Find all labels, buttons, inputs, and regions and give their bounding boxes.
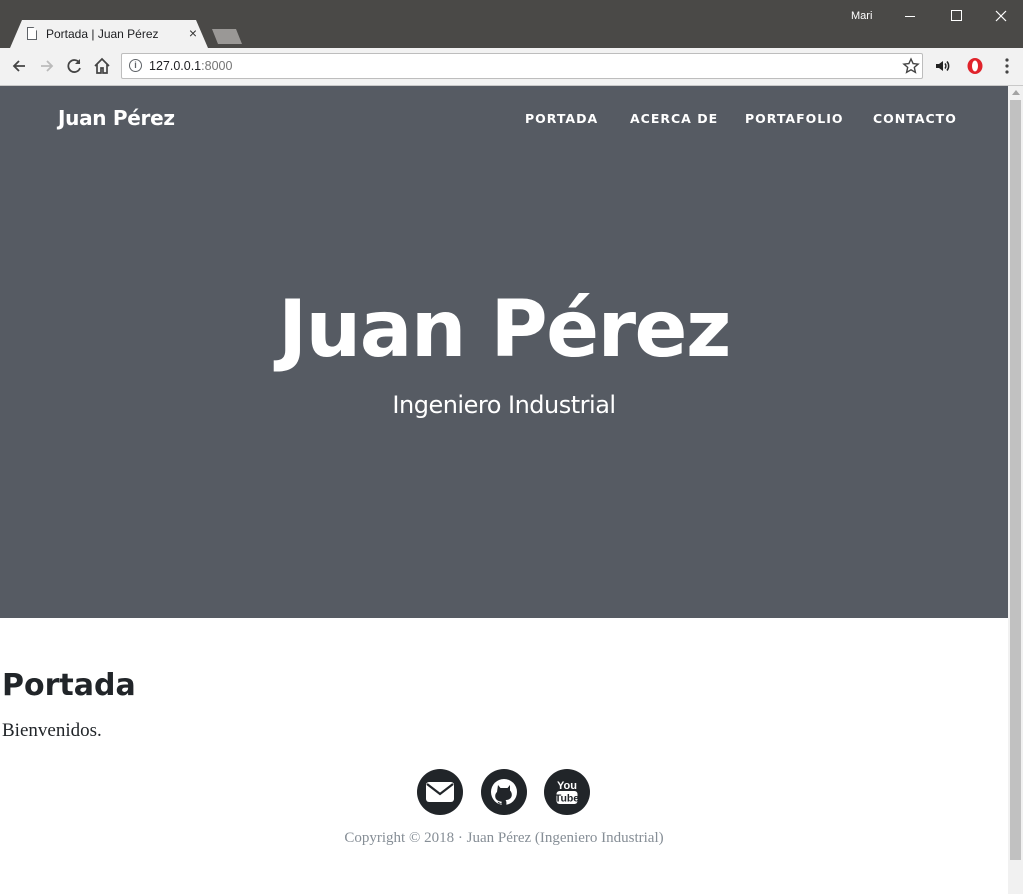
hero-subtitle: Ingeniero Industrial — [392, 391, 616, 419]
page-body-text: Bienvenidos. — [2, 720, 102, 741]
tab-close-icon[interactable]: × — [185, 25, 201, 41]
address-bar[interactable]: i 127.0.0.1:8000 — [121, 53, 923, 79]
github-icon — [491, 779, 517, 806]
speaker-icon[interactable] — [934, 57, 952, 75]
url-text[interactable]: 127.0.0.1:8000 — [149, 59, 232, 73]
youtube-link[interactable]: You Tube — [544, 769, 590, 815]
scroll-up-arrow-icon[interactable] — [1012, 90, 1020, 95]
scrollbar-thumb[interactable] — [1010, 100, 1021, 860]
reload-icon — [67, 59, 81, 73]
svg-text:Tube: Tube — [555, 793, 579, 805]
github-link[interactable] — [481, 769, 527, 815]
bookmark-star-icon[interactable] — [902, 57, 920, 75]
close-icon — [995, 10, 1007, 22]
arrow-right-icon — [41, 60, 54, 72]
reload-button[interactable] — [64, 56, 84, 76]
back-button[interactable] — [9, 56, 29, 76]
hero-header: Juan Pérez PORTADA ACERCA DE PORTAFOLIO … — [0, 86, 1008, 618]
email-link[interactable] — [417, 769, 463, 815]
browser-user-name[interactable]: Mari — [851, 10, 872, 22]
opera-icon[interactable] — [966, 57, 984, 75]
minimize-button[interactable] — [890, 4, 930, 28]
hero-title: Juan Pérez — [278, 285, 731, 375]
nav-link-portada[interactable]: PORTADA — [525, 111, 598, 126]
close-window-button[interactable] — [981, 4, 1021, 28]
nav-link-acerca-de[interactable]: ACERCA DE — [630, 111, 718, 126]
browser-title-bar: Portada | Juan Pérez × Mari — [0, 0, 1023, 48]
envelope-icon — [426, 782, 454, 802]
home-button[interactable] — [92, 56, 112, 76]
maximize-button[interactable] — [936, 4, 976, 28]
tab-title: Portada | Juan Pérez — [46, 27, 159, 41]
footer-copyright: Copyright © 2018 · Juan Pérez (Ingeniero… — [344, 830, 664, 846]
browser-toolbar: i 127.0.0.1:8000 — [0, 48, 1023, 86]
youtube-icon: You Tube — [555, 780, 579, 805]
svg-text:You: You — [557, 780, 577, 792]
home-icon — [94, 57, 110, 74]
page-title: Portada — [2, 668, 136, 703]
site-brand-link[interactable]: Juan Pérez — [58, 106, 175, 130]
new-tab-button[interactable] — [212, 29, 242, 44]
arrow-left-icon — [12, 60, 25, 72]
browser-tab[interactable]: Portada | Juan Pérez × — [10, 20, 208, 48]
page-viewport: Juan Pérez PORTADA ACERCA DE PORTAFOLIO … — [0, 86, 1008, 894]
forward-button[interactable] — [37, 56, 57, 76]
nav-link-portafolio[interactable]: PORTAFOLIO — [745, 111, 844, 126]
nav-link-contacto[interactable]: CONTACTO — [873, 111, 957, 126]
page-icon — [27, 27, 37, 40]
info-icon[interactable]: i — [129, 59, 142, 72]
vertical-scrollbar[interactable] — [1008, 86, 1023, 894]
browser-menu-icon[interactable] — [1000, 57, 1014, 75]
